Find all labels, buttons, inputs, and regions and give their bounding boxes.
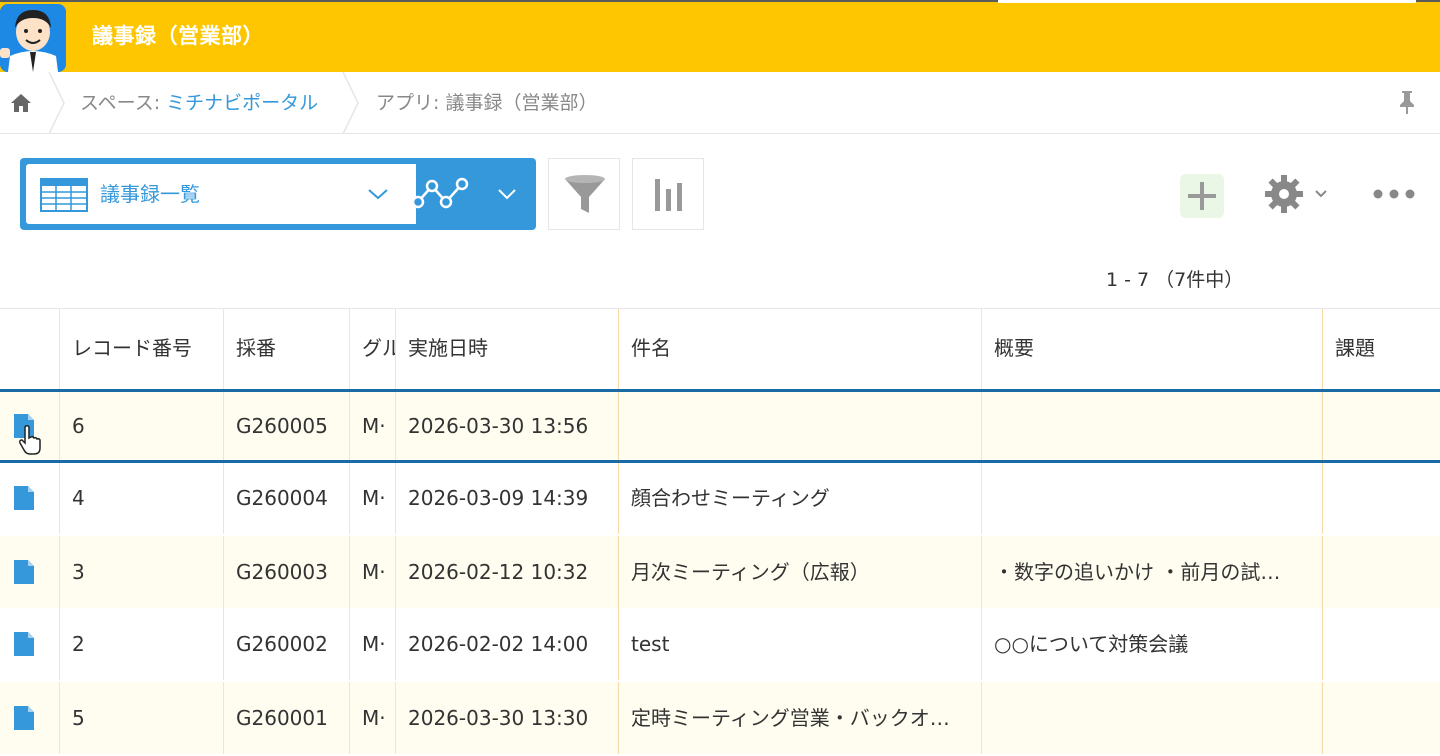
cell-issue — [1322, 390, 1440, 462]
column-header[interactable]: 課題 — [1322, 309, 1440, 389]
cell-datetime: 2026-03-30 13:30 — [395, 682, 619, 754]
table-row[interactable]: 6 G260005 M· 2026-03-30 13:56 — [0, 390, 1440, 462]
graph-icon[interactable] — [410, 172, 472, 216]
table-row[interactable]: 2 G260002 M· 2026-02-02 14:00 test ○○につい… — [0, 608, 1440, 680]
plus-icon — [1188, 182, 1216, 210]
document-icon — [14, 560, 34, 584]
record-detail-link[interactable] — [0, 608, 59, 680]
cell-summary — [981, 462, 1323, 534]
app-title: 議事録（営業部） — [92, 24, 264, 48]
selected-row-top-border — [0, 389, 1440, 392]
chevron-down-icon — [368, 189, 388, 200]
hand-cursor-icon — [19, 425, 41, 455]
table-row[interactable]: 3 G260003 M· 2026-02-12 10:32 月次ミーティング（広… — [0, 536, 1440, 608]
document-icon — [14, 706, 34, 730]
bar-chart-icon — [655, 179, 682, 211]
filter-button[interactable] — [548, 158, 620, 230]
filter-icon — [565, 175, 605, 213]
cell-summary: ○○について対策会議 — [981, 608, 1323, 680]
column-header[interactable]: レコード番号 — [59, 309, 224, 389]
cell-subject: 顔合わせミーティング — [618, 462, 982, 534]
home-icon[interactable] — [8, 90, 34, 116]
pin-icon[interactable] — [1394, 88, 1420, 116]
document-icon — [14, 632, 34, 656]
table-row[interactable]: 4 G260004 M· 2026-03-09 14:39 顔合わせミーティング — [0, 462, 1440, 534]
add-record-button[interactable] — [1180, 174, 1224, 218]
cell-issue — [1322, 608, 1440, 680]
cell-datetime: 2026-02-12 10:32 — [395, 536, 619, 608]
breadcrumb-space[interactable]: スペース: ミチナビポータル — [80, 72, 318, 134]
cell-issue — [1322, 682, 1440, 754]
cell-saiban: G260004 — [223, 462, 350, 534]
cell-group: M· — [349, 608, 396, 680]
chevron-down-icon[interactable] — [496, 184, 518, 204]
cell-record-number: 3 — [59, 536, 224, 608]
cell-record-number: 4 — [59, 462, 224, 534]
pagination-info: 1 - 7 （7件中） — [1106, 269, 1244, 291]
record-detail-link[interactable] — [0, 682, 59, 754]
cell-subject: test — [618, 608, 982, 680]
record-detail-link[interactable] — [0, 390, 59, 462]
app-icon[interactable] — [0, 4, 66, 72]
breadcrumb-separator — [342, 72, 359, 134]
selected-row-bottom-border — [0, 460, 1440, 463]
cell-subject: 月次ミーティング（広報） — [618, 536, 982, 608]
cell-summary — [981, 390, 1323, 462]
document-icon — [14, 486, 34, 510]
cell-group: M· — [349, 682, 396, 754]
table-header: レコード番号 採番 グル 実施日時 件名 概要 課題 — [0, 308, 1440, 389]
column-header[interactable]: 採番 — [223, 309, 350, 389]
header-notch — [998, 0, 1416, 3]
gear-icon[interactable] — [1262, 172, 1332, 216]
cell-saiban: G260003 — [223, 536, 350, 608]
cell-record-number: 5 — [59, 682, 224, 754]
record-detail-link[interactable] — [0, 462, 59, 534]
breadcrumb-space-prefix: スペース: — [80, 92, 167, 114]
record-detail-link[interactable] — [0, 536, 59, 608]
view-select-dropdown[interactable]: 議事録一覧 — [26, 164, 416, 224]
breadcrumb-space-link[interactable]: ミチナビポータル — [166, 92, 318, 114]
breadcrumb-separator — [48, 72, 65, 134]
cell-datetime: 2026-02-02 14:00 — [395, 608, 619, 680]
view-selector: 議事録一覧 — [20, 158, 536, 230]
view-name: 議事録一覧 — [100, 182, 200, 206]
cell-summary — [981, 682, 1323, 754]
cell-subject: 定時ミーティング営業・バックオ… — [618, 682, 982, 754]
cell-group: M· — [349, 462, 396, 534]
cell-issue — [1322, 462, 1440, 534]
column-header[interactable]: 実施日時 — [395, 309, 619, 389]
cell-saiban: G260001 — [223, 682, 350, 754]
chart-button[interactable] — [632, 158, 704, 230]
more-icon[interactable] — [1372, 182, 1416, 206]
column-header[interactable]: 件名 — [618, 309, 982, 389]
column-header[interactable]: 概要 — [981, 309, 1323, 389]
breadcrumb: スペース: ミチナビポータル アプリ: 議事録（営業部） — [0, 72, 1440, 134]
cell-datetime: 2026-03-30 13:56 — [395, 390, 619, 462]
cell-saiban: G260005 — [223, 390, 350, 462]
app-header: 議事録（営業部） — [0, 0, 1440, 72]
cell-summary: ・数字の追いかけ ・前月の試… — [981, 536, 1323, 608]
cell-saiban: G260002 — [223, 608, 350, 680]
cell-group: M· — [349, 536, 396, 608]
cell-subject — [618, 390, 982, 462]
cell-datetime: 2026-03-09 14:39 — [395, 462, 619, 534]
cell-record-number: 6 — [59, 390, 224, 462]
breadcrumb-app: アプリ: 議事録（営業部） — [376, 92, 598, 114]
table-view-icon — [40, 178, 88, 212]
column-header[interactable]: グル — [349, 309, 396, 389]
records-table: レコード番号 採番 グル 実施日時 件名 概要 課題 6 G260005 M· … — [0, 308, 1440, 756]
cell-group: M· — [349, 390, 396, 462]
cell-record-number: 2 — [59, 608, 224, 680]
cell-issue — [1322, 536, 1440, 608]
table-row[interactable]: 5 G260001 M· 2026-03-30 13:30 定時ミーティング営業… — [0, 682, 1440, 754]
